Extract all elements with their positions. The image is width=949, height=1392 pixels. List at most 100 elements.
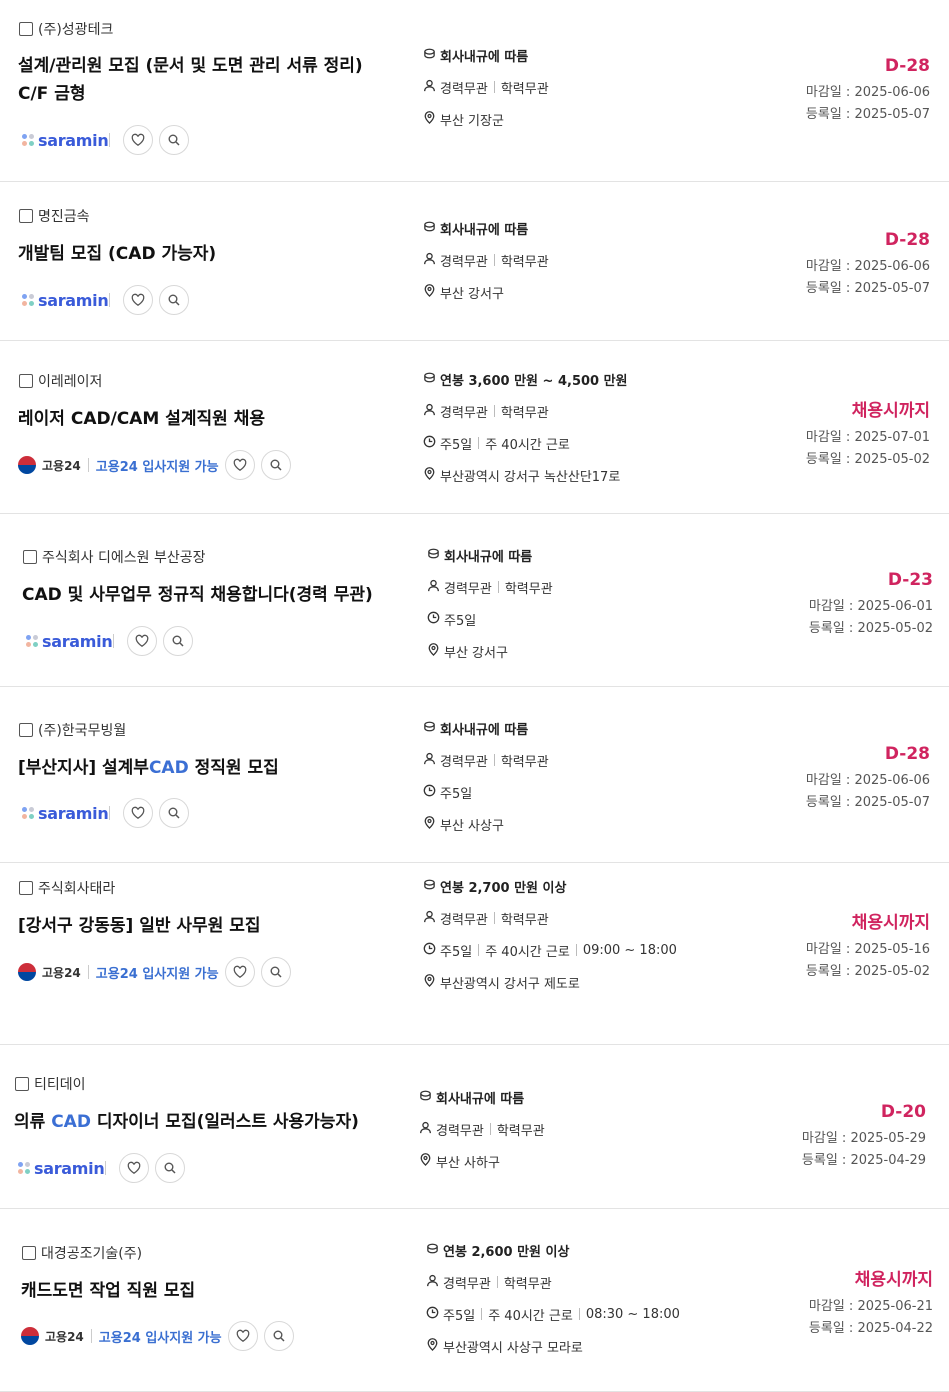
registered-date: 등록일 : 2025-05-02: [805, 964, 930, 979]
experience-text: 경력무관: [440, 81, 488, 97]
job-title[interactable]: [부산지사] 설계부CAD 정직원 모집: [18, 754, 388, 782]
favorite-heart-icon[interactable]: [123, 125, 153, 155]
search-magnifier-icon[interactable]: [260, 957, 291, 987]
location-row: 부산 강서구: [427, 635, 553, 667]
location-pin-icon: [423, 110, 440, 128]
job-conditions: 연봉 2,700 만원 이상 경력무관 학력무관 주5일 주 40시간 근로 09:00 …: [423, 870, 677, 998]
favorite-heart-icon[interactable]: [123, 798, 153, 828]
search-magnifier-icon[interactable]: [260, 450, 291, 480]
goyong24-apply-link[interactable]: 고용24 입사지원 가능: [96, 456, 219, 475]
work-condition-text: 주 40시간 근로: [485, 944, 570, 960]
select-checkbox[interactable]: [19, 881, 33, 895]
clock-icon: [423, 784, 440, 801]
job-card[interactable]: 이레레이저 레이저 CAD/CAM 설계직원 채용 고용24 고용24 입사지원 가능…: [0, 341, 949, 514]
saramin-logo-text: saramin: [38, 130, 109, 150]
company-name[interactable]: 티티데이: [34, 1074, 86, 1094]
salary-text: 회사내규에 따름: [444, 549, 533, 565]
job-conditions: 회사내규에 따름 경력무관 학력무관 주5일 부산 강서구: [427, 539, 553, 667]
job-card[interactable]: 명진금속개발팀 모집 (CAD 가능자) saramin 회사내규에 따름경력무관 학…: [0, 182, 949, 341]
salary-text: 연봉 2,700 만원 이상: [440, 880, 567, 896]
d-day-badge: D-28: [884, 56, 930, 76]
job-title[interactable]: 레이저 CAD/CAM 설계직원 채용: [18, 405, 388, 433]
company-name[interactable]: 주식회사 디에스원 부산공장: [42, 547, 205, 567]
search-magnifier-icon[interactable]: [159, 125, 189, 155]
requirements-row: 경력무관 학력무관: [423, 744, 549, 776]
job-title[interactable]: 캐드도면 작업 직원 모집: [21, 1277, 391, 1305]
company-name[interactable]: 이레레이저: [38, 371, 102, 391]
goyong24-logo-text: 고용24: [42, 965, 81, 980]
favorite-heart-icon[interactable]: [224, 957, 255, 987]
favorite-heart-icon[interactable]: [224, 450, 255, 480]
source-row: saramin: [22, 125, 189, 155]
divider: [87, 965, 89, 979]
select-checkbox[interactable]: [19, 374, 33, 388]
d-day-badge: D-28: [884, 744, 930, 764]
work-conditions-row: 주5일 주 40시간 근로 09:00 ~ 18:00: [423, 934, 677, 966]
person-icon: [423, 910, 440, 927]
job-conditions: 회사내규에 따름경력무관 학력무관부산 강서구: [423, 212, 549, 308]
select-checkbox[interactable]: [19, 723, 33, 737]
job-title[interactable]: CAD 및 사무업무 정규직 채용합니다(경력 무관): [22, 581, 392, 609]
favorite-heart-icon[interactable]: [227, 1321, 258, 1351]
coin-icon: [423, 878, 440, 895]
saramin-logo: saramin: [22, 804, 109, 823]
deadline-block: D-23 마감일 : 2025-06-01 등록일 : 2025-05-02: [809, 570, 933, 640]
favorite-heart-icon[interactable]: [123, 285, 153, 315]
person-icon: [426, 1274, 443, 1291]
search-magnifier-icon[interactable]: [159, 285, 189, 315]
company-name[interactable]: 대경공조기술(주): [41, 1243, 142, 1263]
education-text: 학력무관: [496, 1123, 545, 1139]
favorite-heart-icon[interactable]: [127, 626, 157, 656]
job-title[interactable]: 의류 CAD 디자이너 모집(일러스트 사용가능자): [14, 1108, 384, 1136]
job-card[interactable]: (주)한국무빙월 [부산지사] 설계부CAD 정직원 모집 saramin 회사내규에…: [0, 687, 949, 863]
d-day-badge: 채용시까지: [854, 1270, 933, 1290]
salary-row: 회사내규에 따름: [423, 39, 549, 71]
company-name[interactable]: (주)한국무빙월: [38, 720, 126, 740]
source-row: saramin: [22, 285, 189, 315]
education-text: 학력무관: [500, 405, 549, 421]
person-icon: [423, 403, 440, 420]
registered-date: 등록일 : 2025-05-02: [805, 452, 930, 467]
job-conditions: 회사내규에 따름 경력무관 학력무관 주5일 부산 사상구: [423, 712, 549, 840]
d-day-badge: D-28: [884, 230, 930, 250]
job-card[interactable]: 주식회사 디에스원 부산공장 CAD 및 사무업무 정규직 채용합니다(경력 무관…: [0, 514, 949, 687]
salary-text: 연봉 3,600 만원 ~ 4,500 만원: [440, 373, 628, 389]
select-checkbox[interactable]: [19, 209, 33, 223]
goyong24-apply-link[interactable]: 고용24 입사지원 가능: [99, 1327, 222, 1346]
requirements-row: 경력무관 학력무관: [423, 244, 549, 276]
company-row: (주)성광테크: [19, 19, 113, 39]
select-checkbox[interactable]: [22, 1246, 36, 1260]
job-conditions: 회사내규에 따름 경력무관 학력무관 부산 기장군: [423, 39, 549, 135]
divider: [493, 405, 495, 417]
saramin-logo-text: saramin: [42, 631, 113, 651]
search-magnifier-icon[interactable]: [163, 626, 193, 656]
job-title[interactable]: [강서구 강동동] 일반 사무원 모집: [18, 912, 388, 940]
title-text: 정직원 모집: [188, 758, 279, 778]
search-magnifier-icon[interactable]: [159, 798, 189, 828]
location-row: 부산광역시 강서구 녹산산단17로: [423, 459, 628, 491]
company-name[interactable]: 주식회사태라: [38, 878, 115, 898]
experience-text: 경력무관: [440, 754, 488, 770]
favorite-heart-icon[interactable]: [119, 1153, 149, 1183]
company-name[interactable]: (주)성광테크: [38, 19, 113, 39]
job-card[interactable]: (주)성광테크설계/관리원 모집 (문서 및 도면 관리 서류 정리) C/F …: [0, 0, 949, 182]
job-card[interactable]: 대경공조기술(주) 캐드도면 작업 직원 모집 고용24 고용24 입사지원 가능 연봉…: [0, 1209, 949, 1392]
title-text: 디자이너 모집(일러스트 사용가능자): [90, 1112, 359, 1132]
select-checkbox[interactable]: [15, 1077, 29, 1091]
education-text: 학력무관: [500, 81, 549, 97]
coin-icon: [427, 547, 444, 564]
select-checkbox[interactable]: [23, 550, 37, 564]
select-checkbox[interactable]: [19, 22, 33, 36]
search-magnifier-icon[interactable]: [155, 1153, 185, 1183]
job-title[interactable]: 설계/관리원 모집 (문서 및 도면 관리 서류 정리) C/F 금형: [18, 52, 388, 108]
requirements-row: 경력무관 학력무관: [427, 571, 553, 603]
location-text: 부산 강서구: [440, 286, 504, 302]
job-title[interactable]: 개발팀 모집 (CAD 가능자): [18, 240, 388, 268]
salary-text: 연봉 2,600 만원 이상: [443, 1244, 570, 1260]
goyong24-apply-link[interactable]: 고용24 입사지원 가능: [96, 963, 219, 982]
job-card[interactable]: 티티데이 의류 CAD 디자이너 모집(일러스트 사용가능자) saramin 회사내…: [0, 1045, 949, 1209]
search-magnifier-icon[interactable]: [263, 1321, 294, 1351]
job-card[interactable]: 주식회사태라 [강서구 강동동] 일반 사무원 모집고용24 고용24 입사지원 가…: [0, 863, 949, 1045]
salary-text: 회사내규에 따름: [440, 222, 529, 238]
company-name[interactable]: 명진금속: [38, 206, 90, 226]
